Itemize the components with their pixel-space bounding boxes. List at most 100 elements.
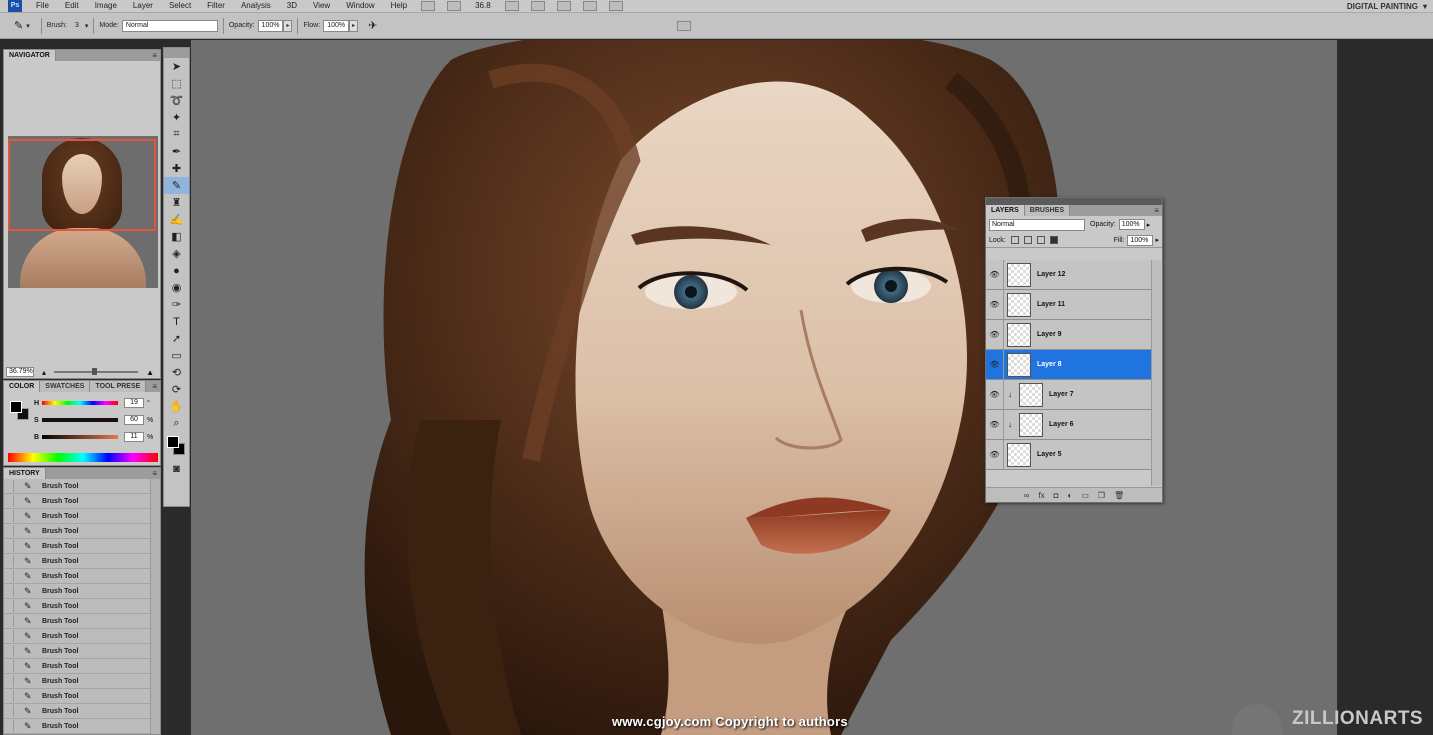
clone-stamp-tool-icon[interactable]: ♜ (164, 194, 189, 211)
layer-style-icon[interactable]: fx (1038, 491, 1044, 500)
history-brush-tool-icon[interactable]: ✍ (164, 211, 189, 228)
tab-navigator[interactable]: NAVIGATOR (4, 50, 56, 61)
fill-input[interactable]: 100% (1127, 234, 1154, 246)
fill-arrow-icon[interactable]: ▸ (1155, 236, 1159, 244)
layer-thumbnail[interactable] (1007, 262, 1031, 287)
menu-window[interactable]: Window (338, 1, 382, 11)
screen-mode-icon[interactable] (608, 1, 623, 11)
history-item[interactable]: ✎ Brush Tool (4, 719, 160, 734)
zoom-icon[interactable] (530, 1, 545, 11)
panel-menu-icon[interactable]: ≡ (1154, 205, 1162, 216)
paint-bucket-tool-icon[interactable]: ◈ (164, 245, 189, 262)
layer-opacity-input[interactable]: 100% (1118, 219, 1145, 230)
airbrush-icon[interactable]: ✈ (368, 19, 377, 32)
layers-scrollbar[interactable] (1151, 260, 1161, 486)
lock-all-icon[interactable] (1049, 236, 1058, 244)
toolbox-grip[interactable] (164, 48, 189, 58)
brush-tool-icon[interactable]: ✎ (14, 19, 23, 32)
zoom-tool-icon[interactable]: ⌕ (164, 415, 189, 432)
layer-row[interactable]: 👁 Layer 8 (986, 349, 1151, 380)
history-item[interactable]: ✎ Brush Tool (4, 614, 160, 629)
eye-icon[interactable]: 👁 (986, 439, 1004, 470)
group-folder-icon[interactable]: ▭ (1081, 491, 1089, 500)
eye-icon[interactable]: 👁 (986, 319, 1004, 350)
path-selection-tool-icon[interactable]: ➚ (164, 330, 189, 347)
color-spectrum-ramp[interactable] (8, 453, 158, 462)
history-item[interactable]: ✎ Brush Tool (4, 644, 160, 659)
eye-icon[interactable]: 👁 (986, 409, 1004, 440)
layer-name[interactable]: Layer 11 (1037, 301, 1065, 308)
rotate-view-icon[interactable] (556, 1, 571, 11)
saturation-slider[interactable] (42, 418, 118, 422)
trash-icon[interactable]: 🗑 (1114, 491, 1124, 500)
layer-mask-icon[interactable]: ◘ (1054, 491, 1059, 500)
history-item[interactable]: ✎ Brush Tool (4, 674, 160, 689)
hand-tool-icon[interactable]: ✋ (164, 398, 189, 415)
tab-history[interactable]: HISTORY (4, 468, 46, 479)
panel-menu-icon[interactable]: ≡ (152, 381, 160, 392)
history-item[interactable]: ✎ Brush Tool (4, 659, 160, 674)
history-item[interactable]: ✎ Brush Tool (4, 689, 160, 704)
menu-analysis[interactable]: Analysis (233, 1, 279, 11)
navigator-view-box[interactable] (8, 139, 156, 231)
lock-pixels-icon[interactable] (1023, 236, 1032, 244)
view-extras-icon[interactable] (447, 1, 462, 11)
menu-image[interactable]: Image (87, 1, 125, 11)
panel-menu-icon[interactable]: ≡ (152, 50, 160, 61)
layer-name[interactable]: Layer 9 (1037, 331, 1062, 338)
quick-mask-icon[interactable]: ◙ (164, 460, 189, 477)
eyedropper-tool-icon[interactable]: ✒ (164, 143, 189, 160)
hue-input[interactable]: 19 (124, 398, 144, 408)
history-item[interactable]: ✎ Brush Tool (4, 629, 160, 644)
eraser-tool-icon[interactable]: ◧ (164, 228, 189, 245)
adjustment-layer-icon[interactable]: ◐ (1068, 491, 1073, 500)
3d-rotate-tool-icon[interactable]: ⟲ (164, 364, 189, 381)
menu-file[interactable]: File (28, 1, 57, 11)
layers-titlebar[interactable] (986, 198, 1162, 205)
layer-thumbnail[interactable] (1007, 292, 1031, 317)
history-snapshot-source[interactable] (4, 705, 14, 717)
flow-input[interactable]: 100% (323, 19, 350, 32)
hand-icon[interactable] (504, 1, 519, 11)
history-snapshot-source[interactable] (4, 645, 14, 657)
saturation-input[interactable]: 60 (124, 415, 144, 425)
brush-size[interactable]: 3 (75, 22, 79, 29)
history-snapshot-source[interactable] (4, 660, 14, 672)
menu-edit[interactable]: Edit (57, 1, 87, 11)
history-item[interactable]: ✎ Brush Tool (4, 524, 160, 539)
menu-view[interactable]: View (305, 1, 338, 11)
history-snapshot-source[interactable] (4, 480, 14, 492)
dodge-tool-icon[interactable]: ◉ (164, 279, 189, 296)
eye-icon[interactable]: 👁 (986, 260, 1004, 290)
layer-name[interactable]: Layer 6 (1049, 421, 1074, 428)
history-snapshot-source[interactable] (4, 570, 14, 582)
document-canvas[interactable] (191, 40, 1337, 735)
tab-swatches[interactable]: SWATCHES (40, 381, 91, 392)
zoom-level[interactable]: 36.8 (467, 1, 499, 11)
zoom-out-icon[interactable]: ▴ (42, 368, 46, 377)
menu-filter[interactable]: Filter (199, 1, 233, 11)
3d-orbit-tool-icon[interactable]: ⟳ (164, 381, 189, 398)
layer-row[interactable]: 👁 Layer 5 (986, 439, 1151, 470)
opacity-input[interactable]: 100% (257, 19, 284, 32)
brush-panel-toggle-icon[interactable] (677, 20, 692, 31)
layer-thumbnail[interactable] (1007, 442, 1031, 467)
flow-arrow-icon[interactable]: ▸ (349, 19, 359, 32)
crop-tool-icon[interactable]: ⌗ (164, 126, 189, 143)
layer-thumbnail[interactable] (1007, 352, 1031, 377)
hue-slider[interactable] (42, 401, 118, 405)
panel-menu-icon[interactable]: ≡ (152, 468, 160, 479)
layer-row[interactable]: 👁 Layer 11 (986, 289, 1151, 320)
tab-color[interactable]: COLOR (4, 381, 41, 392)
pen-tool-icon[interactable]: ✑ (164, 296, 189, 313)
new-layer-icon[interactable]: ❐ (1098, 491, 1105, 500)
move-tool-icon[interactable]: ➤ (164, 58, 189, 75)
mode-select[interactable]: Normal (121, 19, 218, 32)
history-snapshot-source[interactable] (4, 675, 14, 687)
history-snapshot-source[interactable] (4, 525, 14, 537)
marquee-tool-icon[interactable]: ⬚ (164, 75, 189, 92)
history-scrollbar[interactable] (150, 479, 160, 734)
layer-row[interactable]: 👁 ↓ Layer 6 (986, 409, 1151, 440)
menu-3d[interactable]: 3D (279, 1, 305, 11)
history-snapshot-source[interactable] (4, 720, 14, 732)
